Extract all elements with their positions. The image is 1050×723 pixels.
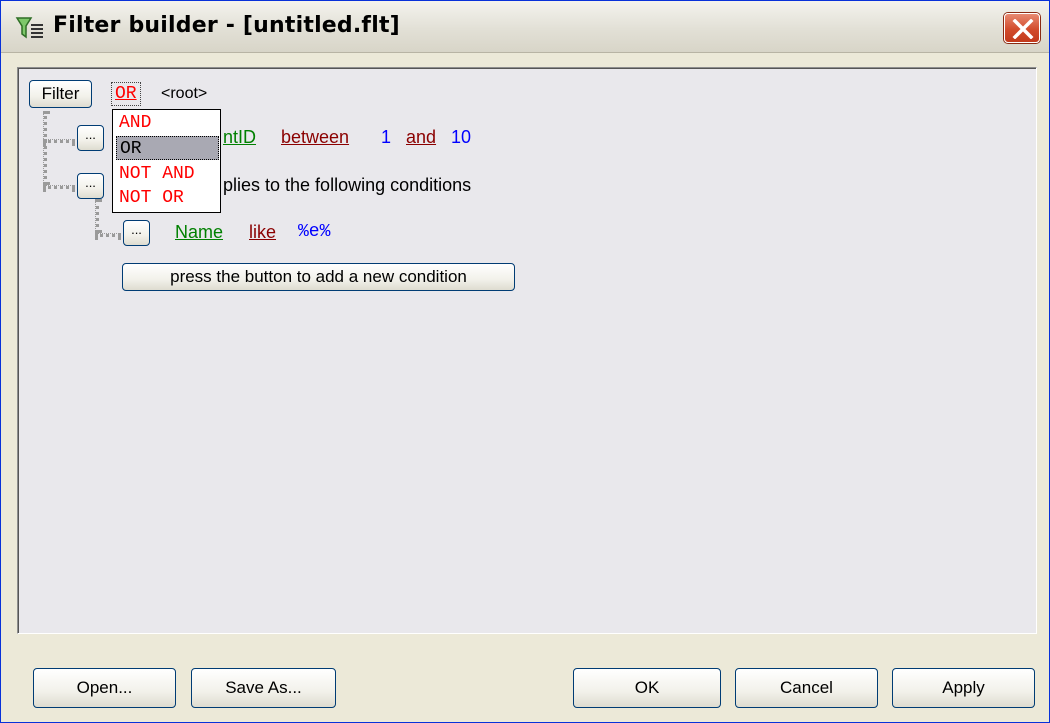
tree-line [43,139,75,143]
condition-menu-button[interactable]: ... [77,125,104,151]
close-button[interactable] [1004,13,1040,43]
tree-line [95,199,99,233]
filter-icon [15,17,43,39]
menu-item-not-or[interactable]: NOT OR [116,186,219,210]
window-title: Filter builder - [untitled.flt] [53,13,400,38]
tree-line [43,111,47,185]
filter-button[interactable]: Filter [29,80,92,108]
filter-builder-window: Filter builder - [untitled.flt] Filter O… [0,0,1050,723]
root-label: <root> [161,85,208,102]
group-label: plies to the following conditions [223,175,472,195]
add-condition-button[interactable]: press the button to add a new condition [122,263,515,291]
ok-button[interactable]: OK [573,668,721,708]
root-operator-link[interactable]: OR [111,82,141,106]
apply-button[interactable]: Apply [892,668,1035,708]
condition-value[interactable]: %e% [298,222,330,242]
apply-button-label: Apply [942,678,985,697]
cancel-button-label: Cancel [780,678,833,697]
open-button[interactable]: Open... [33,668,176,708]
condition-field[interactable]: Name [175,222,223,243]
group-menu-button[interactable]: ... [77,173,104,199]
operator-dropdown-menu: AND OR NOT AND NOT OR [112,109,221,213]
condition-value[interactable]: 10 [451,127,471,148]
open-button-label: Open... [76,678,133,697]
save-as-button-label: Save As... [225,678,302,697]
save-as-button[interactable]: Save As... [191,668,336,708]
menu-item-and[interactable]: AND [116,111,219,135]
ok-button-label: OK [634,678,660,697]
tree-line [43,185,75,189]
condition-field[interactable]: ntID [223,127,256,148]
condition-joiner: and [406,127,437,147]
title-bar[interactable]: Filter builder - [untitled.flt] [1,1,1049,53]
condition-operator[interactable]: like [249,222,276,243]
condition-menu-button[interactable]: ... [123,220,150,246]
cancel-button[interactable]: Cancel [735,668,878,708]
menu-item-or[interactable]: OR [116,136,219,160]
close-icon [1012,19,1034,39]
tree-line [95,233,121,237]
menu-item-not-and[interactable]: NOT AND [116,162,219,186]
condition-value[interactable]: 1 [381,127,391,148]
condition-operator[interactable]: between [281,127,349,148]
